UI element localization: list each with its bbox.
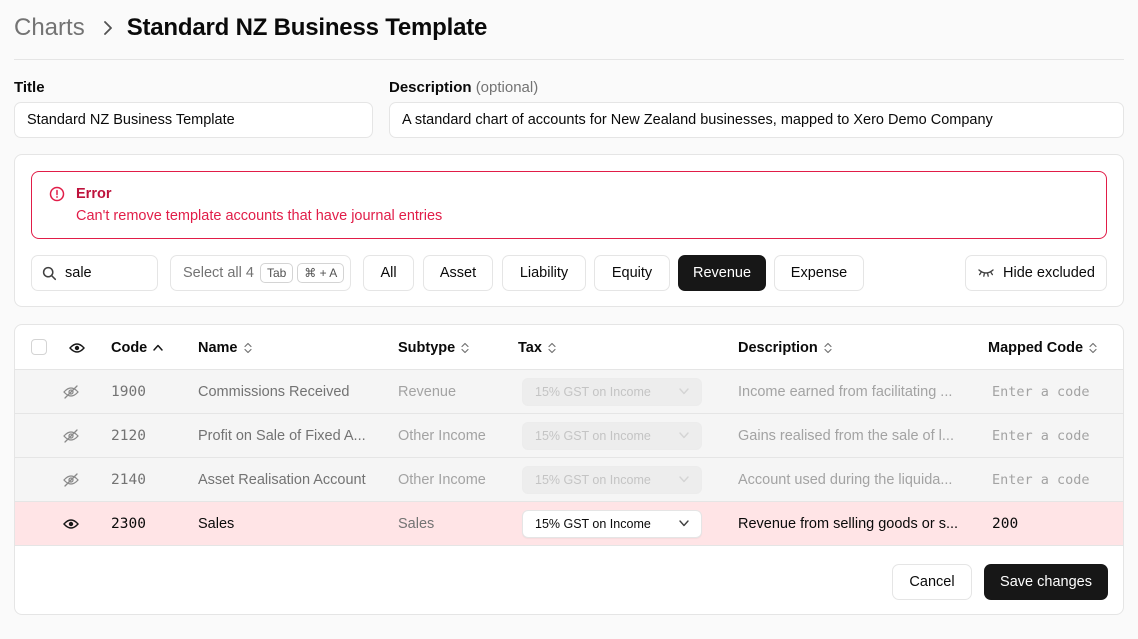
eye-closed-icon: [977, 267, 1003, 279]
filter-asset[interactable]: Asset: [423, 255, 493, 291]
optional-hint: (optional): [475, 79, 539, 96]
page-title: Standard NZ Business Template: [126, 14, 488, 41]
chevron-up-icon: [147, 344, 163, 351]
alert-message: Can't remove template accounts that have…: [76, 208, 443, 224]
eye-icon[interactable]: [63, 502, 79, 546]
tax-select[interactable]: 15% GST on Income: [522, 378, 702, 406]
account-subtype: Revenue: [398, 384, 457, 400]
select-all-button[interactable]: Select all 4 Tab ⌘ + A: [170, 255, 351, 291]
description-input[interactable]: A standard chart of accounts for New Zea…: [389, 102, 1124, 138]
table-row: 2300 Sales Sales 15% GST on Income Reven…: [15, 502, 1123, 546]
column-header-description[interactable]: Description: [738, 325, 832, 370]
header-divider: [14, 59, 1124, 60]
tax-value: 15% GST on Income: [535, 429, 651, 443]
breadcrumb: Charts Standard NZ Business Template: [14, 12, 487, 44]
tax-select[interactable]: 15% GST on Income: [522, 510, 702, 538]
table-row: 2120 Profit on Sale of Fixed A... Other …: [15, 414, 1123, 458]
account-description: Income earned from facilitating ...: [738, 384, 953, 400]
filter-equity[interactable]: Equity: [594, 255, 670, 291]
account-description: Revenue from selling goods or s...: [738, 516, 959, 532]
account-code: 2140: [111, 472, 146, 488]
tax-value: 15% GST on Income: [535, 517, 651, 531]
account-subtype: Other Income: [398, 428, 486, 444]
sort-icon: [818, 342, 832, 354]
account-name: Asset Realisation Account: [198, 472, 366, 488]
search-input[interactable]: sale: [31, 255, 158, 291]
kbd-cmd-a: ⌘ + A: [297, 263, 345, 283]
eye-off-icon[interactable]: [63, 414, 79, 458]
sort-icon: [238, 342, 252, 354]
sort-icon: [542, 342, 556, 354]
tax-value: 15% GST on Income: [535, 473, 651, 487]
sort-icon: [455, 342, 469, 354]
visibility-column-eye-icon: [63, 325, 85, 370]
select-all-label: Select all 4: [183, 265, 254, 281]
breadcrumb-charts-link[interactable]: Charts: [14, 14, 85, 42]
search-icon: [42, 266, 57, 281]
column-header-tax[interactable]: Tax: [518, 325, 556, 370]
alert-circle-icon: [49, 186, 65, 207]
filter-all[interactable]: All: [363, 255, 414, 291]
mapped-code-input[interactable]: Enter a code: [992, 414, 1090, 458]
description-label: Description (optional): [389, 79, 539, 96]
save-changes-button[interactable]: Save changes: [984, 564, 1108, 600]
filter-panel: Error Can't remove template accounts tha…: [14, 154, 1124, 307]
column-header-name[interactable]: Name: [198, 325, 252, 370]
account-description: Gains realised from the sale of l...: [738, 428, 954, 444]
account-name: Commissions Received: [198, 384, 350, 400]
select-all-checkbox[interactable]: [31, 339, 47, 355]
account-code: 2300: [111, 516, 146, 532]
cancel-button[interactable]: Cancel: [892, 564, 972, 600]
account-name: Profit on Sale of Fixed A...: [198, 428, 366, 444]
table-header: Code Name Subtype Tax Description Mapped…: [15, 325, 1123, 370]
eye-off-icon[interactable]: [63, 458, 79, 502]
account-subtype: Sales: [398, 516, 435, 532]
account-name: Sales: [198, 516, 235, 532]
mapped-code-input[interactable]: Enter a code: [992, 458, 1090, 502]
account-code: 2120: [111, 428, 146, 444]
mapped-code-input[interactable]: Enter a code: [992, 370, 1090, 414]
table-row: 1900 Commissions Received Revenue 15% GS…: [15, 370, 1123, 414]
tax-select[interactable]: 15% GST on Income: [522, 422, 702, 450]
tax-select[interactable]: 15% GST on Income: [522, 466, 702, 494]
account-subtype: Other Income: [398, 472, 486, 488]
sort-icon: [1083, 342, 1097, 354]
error-alert: [31, 171, 1107, 239]
kbd-tab: Tab: [259, 263, 294, 283]
column-header-mapped-code[interactable]: Mapped Code: [988, 325, 1097, 370]
account-description: Account used during the liquida...: [738, 472, 953, 488]
hide-excluded-button[interactable]: Hide excluded: [965, 255, 1107, 291]
tax-value: 15% GST on Income: [535, 385, 651, 399]
alert-title: Error: [76, 186, 112, 202]
eye-off-icon[interactable]: [63, 370, 79, 414]
hide-excluded-label: Hide excluded: [1003, 265, 1095, 281]
column-header-subtype[interactable]: Subtype: [398, 325, 469, 370]
column-header-code[interactable]: Code: [111, 325, 163, 370]
title-label: Title: [14, 79, 45, 96]
filter-expense[interactable]: Expense: [774, 255, 864, 291]
chevron-right-icon: [103, 21, 113, 35]
account-code: 1900: [111, 384, 146, 400]
accounts-table: Code Name Subtype Tax Description Mapped…: [14, 324, 1124, 615]
search-value: sale: [65, 265, 92, 281]
table-row: 2140 Asset Realisation Account Other Inc…: [15, 458, 1123, 502]
mapped-code-input[interactable]: 200: [992, 502, 1018, 546]
filter-liability[interactable]: Liability: [502, 255, 586, 291]
filter-revenue[interactable]: Revenue: [678, 255, 766, 291]
title-input[interactable]: Standard NZ Business Template: [14, 102, 373, 138]
